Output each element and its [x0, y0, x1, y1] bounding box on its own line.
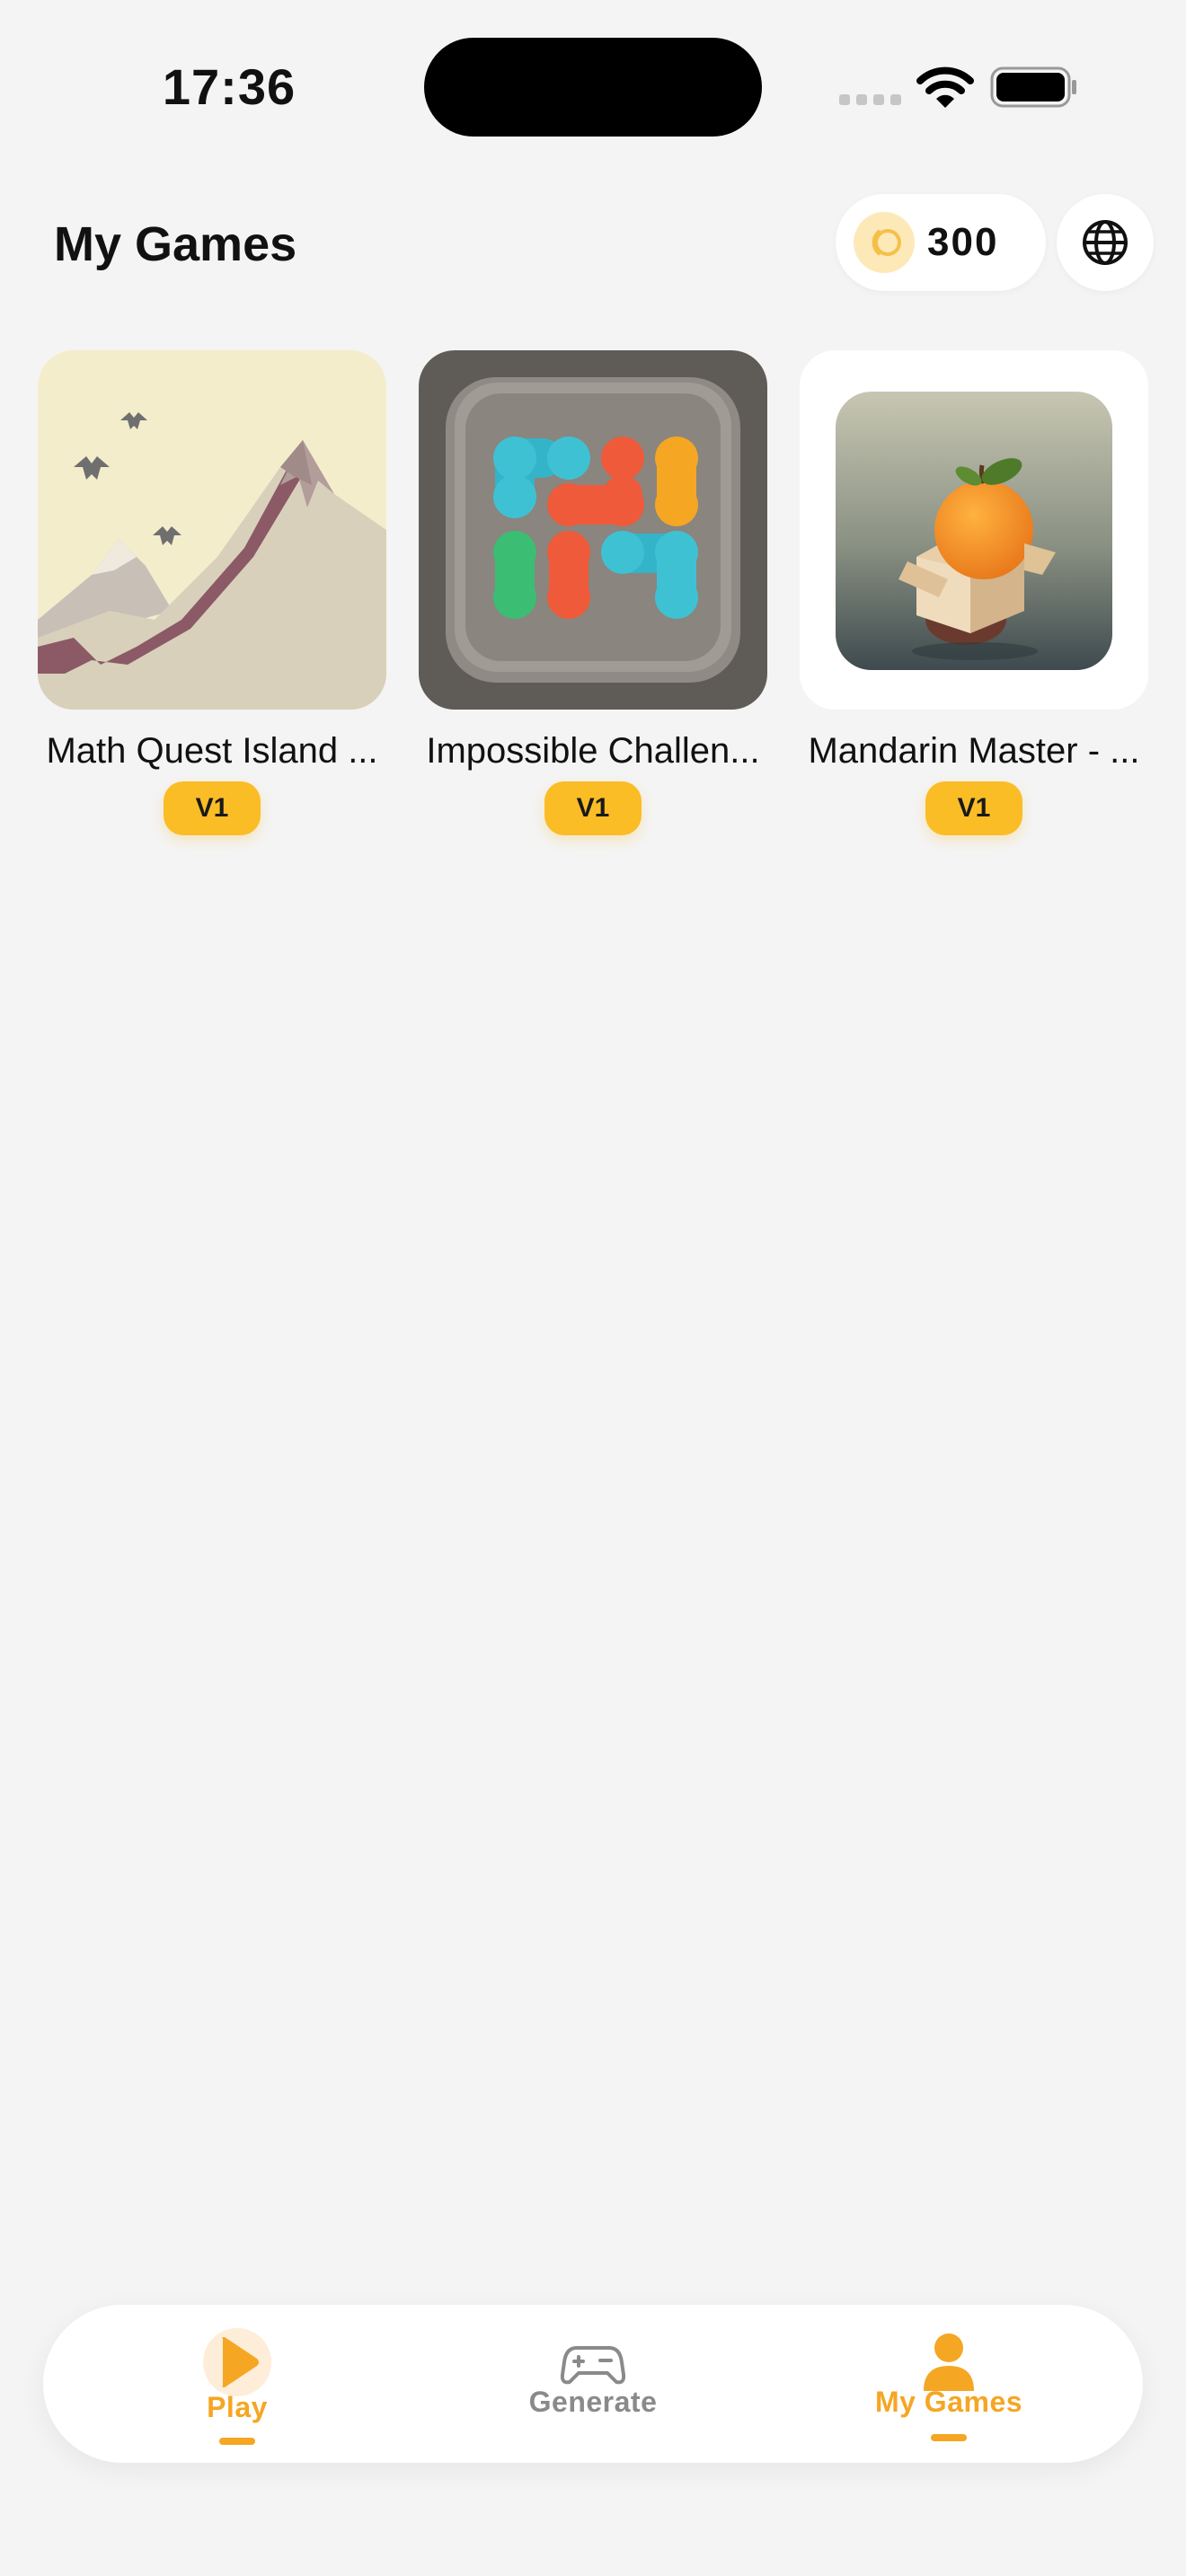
status-time: 17:36	[162, 58, 296, 115]
coin-balance-pill[interactable]: 300	[836, 194, 1046, 291]
dynamic-island	[424, 38, 762, 137]
tab-label: Generate	[528, 2386, 658, 2418]
game-thumbnail[interactable]	[419, 350, 767, 710]
orange-in-box-art	[800, 350, 1148, 710]
tab-generate[interactable]: Generate	[458, 2305, 728, 2463]
game-card-math-quest[interactable]: Math Quest Island ... V1	[38, 350, 386, 835]
wifi-icon	[916, 66, 974, 108]
page-title: My Games	[54, 217, 297, 271]
language-button[interactable]	[1057, 194, 1154, 291]
battery-icon	[990, 66, 1076, 108]
version-badge: V1	[544, 781, 642, 835]
tab-my-games[interactable]: My Games	[814, 2305, 1084, 2463]
cellular-signal-icon	[839, 94, 901, 105]
tab-indicator	[931, 2434, 967, 2441]
bottom-tab-bar: Play Generate My Games	[43, 2305, 1143, 2463]
tab-label: My Games	[874, 2386, 1023, 2418]
game-thumbnail[interactable]	[800, 350, 1148, 710]
game-title[interactable]: Mandarin Master - ...	[800, 726, 1148, 776]
coin-count: 300	[927, 220, 999, 264]
globe-icon	[1083, 220, 1128, 265]
mountain-landscape-art	[38, 350, 386, 710]
version-badge: V1	[164, 781, 261, 835]
game-title[interactable]: Math Quest Island ...	[38, 726, 386, 776]
tab-indicator	[219, 2438, 255, 2445]
colored-dots-puzzle-art	[419, 350, 767, 710]
play-icon	[203, 2328, 271, 2396]
game-thumbnail[interactable]	[38, 350, 386, 710]
game-card-mandarin-master[interactable]: Mandarin Master - ... V1	[800, 350, 1148, 835]
game-card-impossible-challenge[interactable]: Impossible Challen... V1	[419, 350, 767, 835]
game-title[interactable]: Impossible Challen...	[419, 726, 767, 776]
tab-label: Play	[207, 2391, 268, 2423]
version-badge: V1	[925, 781, 1022, 835]
coin-icon	[854, 212, 915, 273]
tab-play[interactable]: Play	[102, 2305, 372, 2463]
